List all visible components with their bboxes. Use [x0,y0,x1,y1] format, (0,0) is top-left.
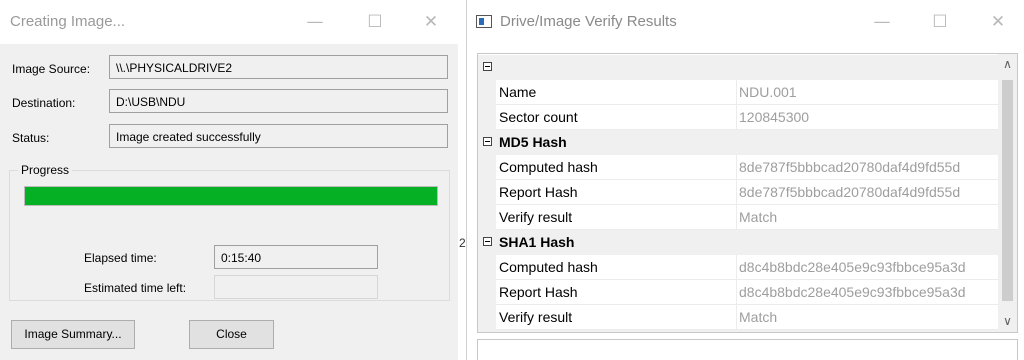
window-title: Drive/Image Verify Results [500,13,677,30]
column-divider [736,180,737,205]
estimated-time-label: Estimated time left: [84,281,187,295]
image-source-field: \\.\PHYSICALDRIVE2 [109,55,448,79]
property-name: Report Hash [499,184,578,200]
destination-label: Destination: [12,96,76,110]
collapse-icon[interactable] [483,137,492,146]
property-name: Sector count [499,109,578,125]
estimated-time-field [214,275,378,299]
property-row[interactable]: Name NDU.001 [478,80,998,105]
property-value: Match [739,209,778,225]
property-row[interactable]: Sector count 120845300 [478,105,998,130]
collapse-icon[interactable] [483,62,492,71]
description-panel [477,339,1018,360]
property-value: 8de787f5bbbcad20780daf4d9fd55d [739,159,961,175]
background-text: 2 [459,236,466,250]
property-value: NDU.001 [739,84,797,100]
property-value: Match [739,309,778,325]
property-value: 8de787f5bbbcad20780daf4d9fd55d [739,184,961,200]
close-window-button[interactable]: ✕ [418,10,444,34]
property-name: Computed hash [499,159,598,175]
close-button[interactable]: Close [189,320,274,349]
column-divider [736,305,737,330]
category-row[interactable]: MD5 Hash [478,130,998,155]
destination-field: D:\USB\NDU [109,89,448,113]
property-name: Name [499,84,537,100]
property-name: Verify result [499,309,573,325]
property-row[interactable]: Verify result Match [478,205,998,230]
category-row[interactable]: SHA1 Hash [478,230,998,255]
elapsed-time-label: Elapsed time: [84,251,157,265]
image-source-label: Image Source: [12,62,91,76]
property-name: Computed hash [499,259,598,275]
minimize-button[interactable]: — [869,10,895,34]
property-row[interactable]: Verify result Match [478,305,998,330]
close-window-button[interactable]: ✕ [985,10,1011,34]
app-icon [476,15,492,28]
column-divider [736,280,737,305]
title-bar[interactable]: Creating Image... — ☐ ✕ [0,0,458,44]
category-row[interactable] [478,330,998,332]
column-divider [736,80,737,105]
property-value: 120845300 [739,109,810,125]
maximize-button[interactable]: ☐ [362,10,388,34]
progress-group-label: Progress [18,163,73,177]
scrollbar-thumb[interactable] [1002,80,1013,301]
window-gap [458,0,466,360]
property-row[interactable]: Computed hash 8de787f5bbbcad20780daf4d9fd… [478,155,998,180]
category-name: MD5 Hash [499,134,567,150]
collapse-icon[interactable] [483,237,492,246]
category-name: SHA1 Hash [499,234,575,250]
image-summary-button[interactable]: Image Summary... [11,320,135,349]
window-title: Creating Image... [10,13,126,30]
title-bar[interactable]: Drive/Image Verify Results — ☐ ✕ [467,0,1024,44]
scroll-up-arrow-icon[interactable]: ∧ [998,57,1017,71]
column-divider [736,205,737,230]
progress-bar-fill [25,187,437,205]
property-row[interactable]: Computed hash d8c4b8bdc28e405e9c93fbbce95… [478,255,998,280]
property-value: d8c4b8bdc28e405e9c93fbbce95a3d [739,259,966,275]
elapsed-time-field: 0:15:40 [214,245,378,269]
scroll-down-arrow-icon[interactable]: ∨ [998,314,1017,328]
category-row[interactable] [478,55,998,80]
property-row[interactable]: Report Hash d8c4b8bdc28e405e9c93fbbce95a3… [478,280,998,305]
status-label: Status: [12,131,50,145]
maximize-button[interactable]: ☐ [927,10,953,34]
minimize-button[interactable]: — [302,10,328,34]
column-divider [736,155,737,180]
property-name: Verify result [499,209,573,225]
property-name: Report Hash [499,284,578,300]
vertical-scrollbar[interactable]: ∧ ∨ [998,54,1017,332]
progress-bar [24,186,438,206]
property-value: d8c4b8bdc28e405e9c93fbbce95a3d [739,284,966,300]
verify-results-window: Drive/Image Verify Results — ☐ ✕ Name NDU… [466,0,1024,360]
column-divider [736,255,737,280]
property-row[interactable]: Report Hash 8de787f5bbbcad20780daf4d9fd55… [478,180,998,205]
column-divider [736,105,737,130]
creating-image-window: Creating Image... — ☐ ✕ Image Source: \\… [0,0,458,360]
property-grid[interactable]: Name NDU.001 Sector count 120845300 MD5 Hash… [477,53,1018,333]
status-field: Image created successfully [109,124,448,148]
